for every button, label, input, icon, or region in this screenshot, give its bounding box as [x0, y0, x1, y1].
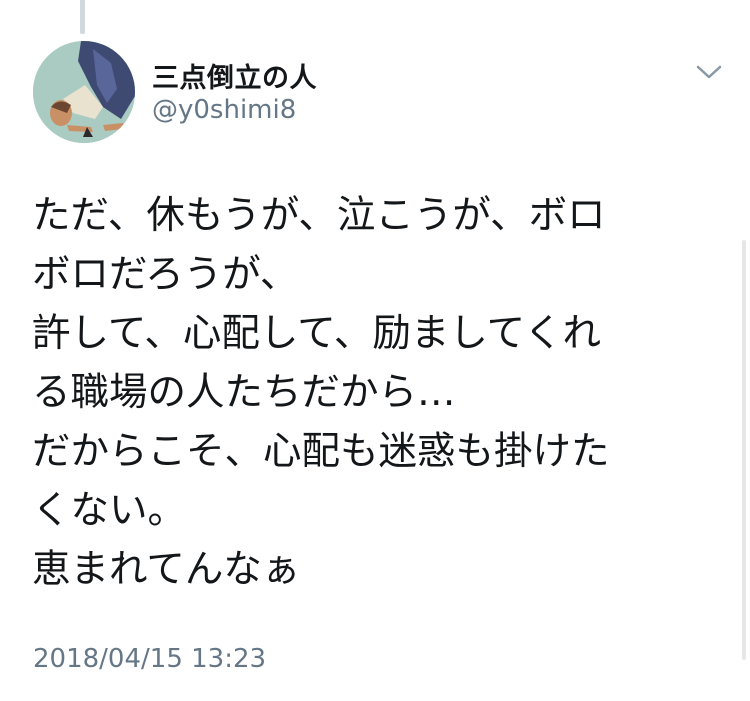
avatar-illustration-icon [33, 41, 135, 143]
author-handle[interactable]: @y0shimi8 [152, 95, 296, 125]
tweet-text: ただ、休もうが、泣こうが、ボロ ボロだろうが、 許して、心配して、励ましてくれ … [32, 186, 722, 599]
thread-connector-line [80, 0, 85, 34]
chevron-down-icon [696, 65, 722, 79]
tweet-detail-view: 三点倒立の人 @y0shimi8 ただ、休もうが、泣こうが、ボロ ボロだろうが、… [0, 0, 750, 701]
author-display-name[interactable]: 三点倒立の人 [152, 56, 317, 95]
tweet-text-line: ただ、休もうが、泣こうが、ボロ [32, 193, 606, 238]
scrollbar[interactable] [742, 240, 746, 660]
avatar[interactable] [33, 41, 135, 143]
tweet-text-line: だからこそ、心配も迷惑も掛けた [32, 429, 610, 474]
tweet-text-line: 恵まれてんなぁ [32, 547, 301, 592]
tweet-menu-button[interactable] [694, 60, 724, 84]
tweet-text-line: くない。 [32, 488, 187, 533]
tweet-text-line: 許して、心配して、励ましてくれ [32, 311, 602, 356]
tweet-text-line: ボロだろうが、 [32, 252, 299, 297]
tweet-text-line: る職場の人たちだから… [32, 370, 456, 415]
tweet-timestamp[interactable]: 2018/04/15 13:23 [33, 644, 266, 674]
